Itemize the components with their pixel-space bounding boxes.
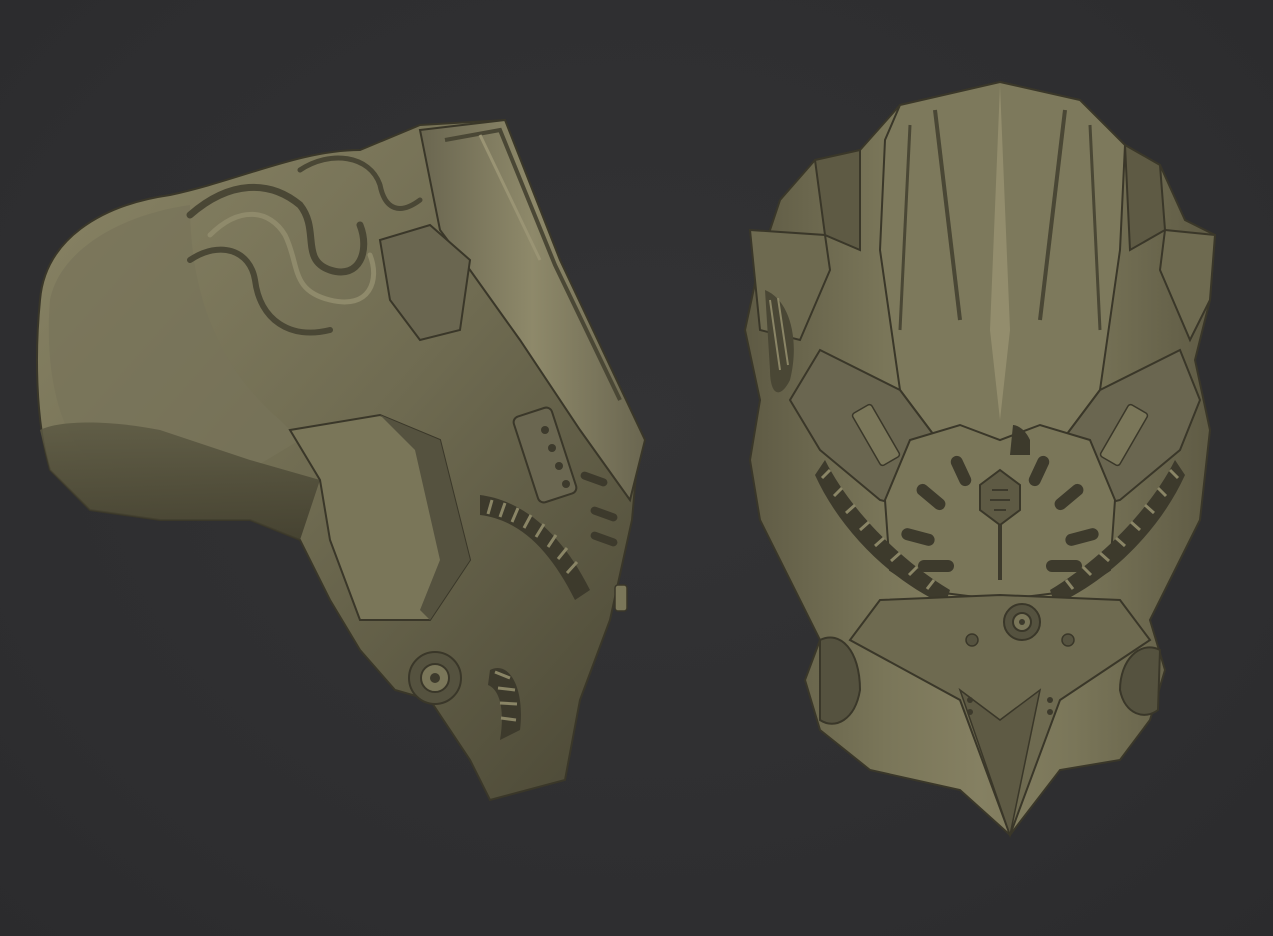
helmet-front-view: [743, 80, 1217, 838]
helmet-side-view: [36, 118, 647, 802]
render-canvas: [36, 80, 1217, 838]
sculpt-viewport: [0, 0, 1273, 936]
helmet-side-ear-socket: [408, 651, 462, 705]
